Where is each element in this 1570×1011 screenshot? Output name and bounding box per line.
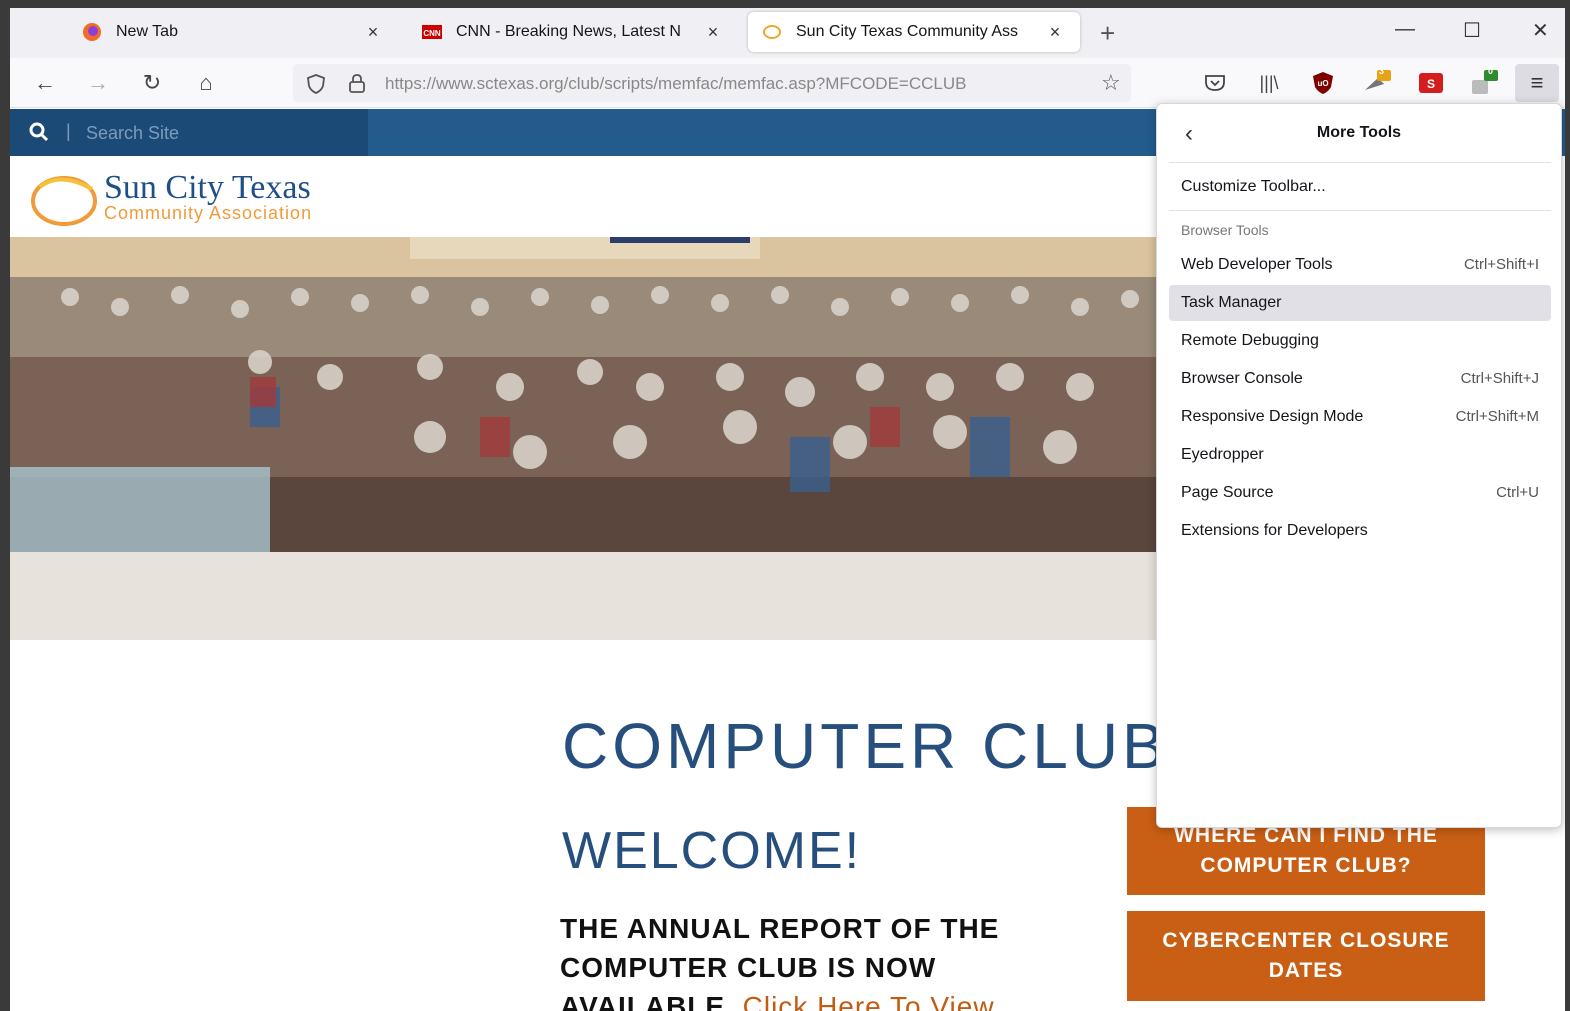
menu-item-shortcut: Ctrl+Shift+I xyxy=(1463,256,1539,273)
browser-window: New Tab × CNN CNN - Breaking News, Lates… xyxy=(10,8,1565,1011)
url-text[interactable]: https://www.sctexas.org/club/scripts/mem… xyxy=(385,74,1077,94)
menu-item-shortcut: Ctrl+Shift+M xyxy=(1455,408,1539,425)
menu-item-label: Browser Console xyxy=(1181,370,1303,387)
menu-section-label: Browser Tools xyxy=(1181,222,1269,238)
svg-text:CNN: CNN xyxy=(423,29,441,38)
svg-text:S: S xyxy=(1427,77,1435,91)
back-arrow-icon[interactable]: ← xyxy=(30,68,60,98)
menu-item-customize-toolbar[interactable]: Customize Toolbar... xyxy=(1169,169,1551,205)
menu-item-browser-console[interactable]: Browser Console Ctrl+Shift+J xyxy=(1169,361,1551,397)
menu-item-label: Task Manager xyxy=(1181,294,1282,311)
grey-band xyxy=(10,552,1156,640)
page-title: COMPUTER CLUB xyxy=(562,710,1169,782)
menu-item-label: Web Developer Tools xyxy=(1181,256,1333,273)
library-icon[interactable]: |||\ xyxy=(1254,68,1284,98)
search-divider: | xyxy=(66,121,71,141)
zoom-extension-icon[interactable]: 3 xyxy=(1362,66,1392,98)
translate-extension-icon[interactable]: 0 xyxy=(1470,66,1500,98)
forward-arrow-icon[interactable]: → xyxy=(83,68,113,98)
menu-item-label: Customize Toolbar... xyxy=(1181,178,1326,195)
close-tab-icon[interactable]: × xyxy=(702,22,724,43)
search-icon[interactable] xyxy=(28,121,50,143)
menu-item-remote-debugging[interactable]: Remote Debugging xyxy=(1169,323,1551,359)
menu-item-responsive-design-mode[interactable]: Responsive Design Mode Ctrl+Shift+M xyxy=(1169,399,1551,435)
menu-item-label: Page Source xyxy=(1181,484,1274,501)
translate-badge: 0 xyxy=(1488,66,1494,76)
site-search[interactable]: | Search Site xyxy=(10,109,368,156)
bookmark-star-icon[interactable]: ☆ xyxy=(1101,70,1121,96)
cybercenter-closure-label: CYBERCENTER CLOSURE DATES xyxy=(1162,929,1450,982)
close-tab-icon[interactable]: × xyxy=(362,22,384,43)
logo-main-text: Sun City Texas xyxy=(104,169,311,206)
audience-photo xyxy=(10,237,1156,552)
reload-icon[interactable]: ↻ xyxy=(137,68,167,98)
menu-item-web-developer-tools[interactable]: Web Developer Tools Ctrl+Shift+I xyxy=(1169,247,1551,283)
tab-title: CNN - Breaking News, Latest N xyxy=(456,23,681,40)
pocket-icon[interactable] xyxy=(1200,68,1230,98)
lock-icon[interactable] xyxy=(347,72,367,94)
menu-item-shortcut: Ctrl+Shift+J xyxy=(1460,370,1539,387)
welcome-heading: WELCOME! xyxy=(562,822,862,880)
sun-logo-icon xyxy=(31,176,97,226)
new-tab-plus-icon[interactable]: + xyxy=(1100,18,1115,49)
annual-report-link[interactable]: Click Here To View xyxy=(743,991,995,1011)
ublock-icon[interactable]: uO xyxy=(1308,68,1338,98)
close-tab-icon[interactable]: × xyxy=(1044,22,1066,43)
tab-title: New Tab xyxy=(116,23,178,40)
navigation-toolbar: ← → ↻ ⌂ https://www.sctexas.org/club/scr… xyxy=(10,58,1565,108)
pdf-extension-icon[interactable]: S xyxy=(1416,68,1446,98)
menu-divider xyxy=(1169,162,1551,163)
more-tools-menu: ‹ More Tools Customize Toolbar... Browse… xyxy=(1156,103,1562,828)
menu-item-task-manager[interactable]: Task Manager xyxy=(1169,285,1551,321)
tab-sctexas[interactable]: Sun City Texas Community Ass × xyxy=(748,12,1080,52)
tracking-shield-icon[interactable] xyxy=(305,73,327,95)
minimize-icon[interactable]: — xyxy=(1395,18,1415,41)
maximize-icon[interactable]: ☐ xyxy=(1463,18,1481,43)
search-input[interactable]: Search Site xyxy=(86,123,179,144)
home-icon[interactable]: ⌂ xyxy=(191,68,221,98)
menu-header: ‹ More Tools xyxy=(1157,104,1561,162)
firefox-icon xyxy=(83,23,101,41)
tab-new-tab[interactable]: New Tab × xyxy=(68,12,398,52)
menu-title: More Tools xyxy=(1316,124,1402,141)
site-logo[interactable]: Sun City Texas Community Association xyxy=(30,169,370,229)
hero-photo xyxy=(10,237,1156,552)
menu-item-label: Eyedropper xyxy=(1181,446,1264,463)
close-window-icon[interactable]: ✕ xyxy=(1532,18,1549,43)
menu-item-page-source[interactable]: Page Source Ctrl+U xyxy=(1169,475,1551,511)
where-find-club-label: WHERE CAN I FIND THE COMPUTER CLUB? xyxy=(1174,824,1438,877)
menu-item-label: Extensions for Developers xyxy=(1181,522,1368,539)
menu-item-extensions-for-developers[interactable]: Extensions for Developers xyxy=(1169,513,1551,549)
zoom-badge: 3 xyxy=(1379,66,1385,76)
app-menu-hamburger-icon[interactable]: ≡ xyxy=(1515,64,1559,102)
cybercenter-closure-button[interactable]: CYBERCENTER CLOSURE DATES xyxy=(1127,911,1485,1001)
menu-item-shortcut: Ctrl+U xyxy=(1496,484,1539,501)
menu-item-eyedropper[interactable]: Eyedropper xyxy=(1169,437,1551,473)
menu-item-label: Remote Debugging xyxy=(1181,332,1319,349)
tab-cnn[interactable]: CNN CNN - Breaking News, Latest N × xyxy=(408,12,738,52)
cnn-icon: CNN xyxy=(422,25,442,39)
url-bar[interactable]: https://www.sctexas.org/club/scripts/mem… xyxy=(293,64,1131,102)
menu-item-label: Responsive Design Mode xyxy=(1181,408,1364,425)
tab-title: Sun City Texas Community Ass xyxy=(796,23,1019,40)
logo-sub-text: Community Association xyxy=(104,203,313,223)
svg-text:uO: uO xyxy=(1317,79,1328,88)
tab-strip: New Tab × CNN CNN - Breaking News, Lates… xyxy=(10,8,1565,58)
menu-divider xyxy=(1169,210,1551,211)
sctexas-icon xyxy=(763,25,781,39)
annual-report-text: THE ANNUAL REPORT OF THE COMPUTER CLUB I… xyxy=(560,909,1040,1011)
